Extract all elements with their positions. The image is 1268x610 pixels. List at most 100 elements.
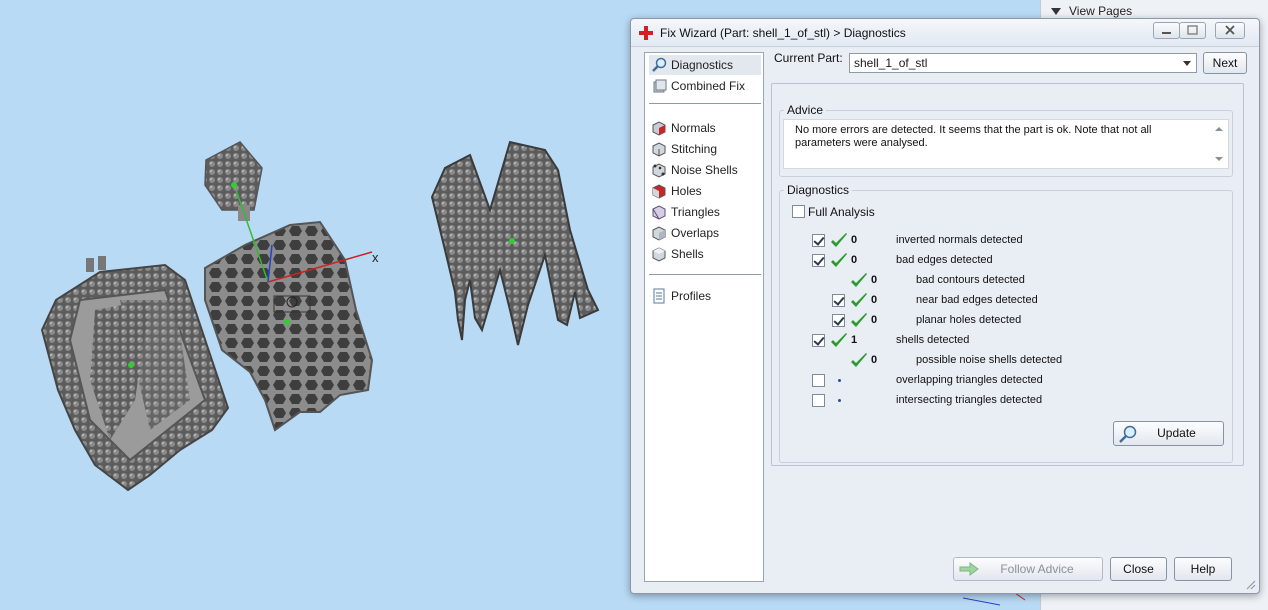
diagnostic-count: 0 (851, 254, 858, 266)
nav-divider (649, 274, 761, 275)
holes-cube-icon (652, 184, 666, 199)
nav-item-label: Combined Fix (671, 79, 746, 93)
nav-item-triangles[interactable]: Triangles (649, 202, 761, 222)
nav-item-normals[interactable]: Normals (649, 118, 761, 138)
nav-item-profiles[interactable]: Profiles (649, 286, 761, 306)
fix-wizard-dialog: Fix Wizard (Part: shell_1_of_stl) > Diag… (630, 18, 1260, 594)
left-pendant-model (40, 256, 230, 492)
orientation-cube-icon[interactable] (962, 592, 1026, 606)
stitching-cube-icon (652, 142, 666, 157)
green-check-icon (831, 253, 847, 267)
help-button[interactable]: Help (1174, 557, 1232, 581)
green-check-icon (851, 353, 867, 367)
green-check-icon (851, 273, 867, 287)
diagnostic-checkbox[interactable] (812, 374, 825, 387)
diagnostic-count: 0 (871, 314, 878, 326)
nav-item-label: Diagnostics (671, 58, 734, 72)
combined-fix-icon (653, 79, 667, 93)
diagnostic-label: bad contours detected (916, 274, 1025, 286)
diagnostics-legend: Diagnostics (787, 183, 850, 197)
close-icon (1225, 25, 1235, 35)
diagnostic-checkbox[interactable] (832, 294, 845, 307)
close-button[interactable]: Close (1110, 557, 1167, 581)
nav-item-noise-shells[interactable]: Noise Shells (649, 160, 761, 180)
chevron-down-icon (1183, 61, 1191, 66)
nav-item-holes[interactable]: Holes (649, 181, 761, 201)
diagnostic-label: planar holes detected (916, 314, 1022, 326)
advice-legend: Advice (787, 103, 824, 117)
magnifier-icon (652, 57, 667, 72)
pending-dot-icon (838, 379, 841, 382)
green-check-icon (831, 333, 847, 347)
green-check-shape (851, 313, 867, 327)
nav-item-label: Triangles (671, 205, 720, 219)
diagnostic-count: 0 (851, 234, 858, 246)
update-button[interactable]: Update (1113, 421, 1224, 446)
diagnostic-label: shells detected (896, 334, 970, 346)
resize-grip-icon[interactable] (1244, 578, 1256, 590)
nav-item-stitching[interactable]: Stitching (649, 139, 761, 159)
nav-item-label: Normals (671, 121, 716, 135)
green-check-icon (851, 293, 867, 307)
diagnostic-count: 0 (871, 354, 878, 366)
minimize-button[interactable] (1153, 22, 1180, 39)
scroll-down-icon[interactable] (1215, 157, 1223, 161)
full-analysis-checkbox[interactable] (792, 205, 805, 218)
nav-item-overlaps[interactable]: Overlaps (649, 223, 761, 243)
advice-text: No more errors are detected. It seems th… (795, 124, 1152, 149)
nav-item-shells[interactable]: Shells (649, 244, 761, 264)
dialog-title: Fix Wizard (Part: shell_1_of_stl) > Diag… (660, 26, 906, 40)
red-cross-app-icon (639, 26, 653, 40)
next-button[interactable]: Next (1203, 52, 1247, 74)
normals-cube-icon (652, 121, 666, 136)
nav-item-label: Holes (671, 184, 702, 198)
diagnostic-count: 0 (871, 274, 878, 286)
advice-text-box[interactable]: No more errors are detected. It seems th… (783, 119, 1229, 169)
nav-divider (649, 103, 761, 104)
arrow-right-icon (959, 562, 979, 576)
magnifier-icon (1119, 425, 1137, 443)
close-window-button[interactable] (1215, 22, 1245, 39)
green-check-icon (831, 233, 847, 247)
triangles-cube-icon (652, 205, 666, 220)
full-analysis-label: Full Analysis (808, 205, 875, 219)
diagnostic-checkbox[interactable] (812, 334, 825, 347)
follow-advice-label: Follow Advice (1000, 562, 1074, 576)
diagnostic-label: possible noise shells detected (916, 354, 1063, 366)
nav-item-label: Stitching (671, 142, 718, 156)
collapse-triangle-icon[interactable] (1051, 8, 1061, 16)
diagnostic-label: near bad edges detected (916, 294, 1038, 306)
current-part-label: Current Part: (774, 51, 843, 65)
diagnostic-count: 0 (871, 294, 878, 306)
dialog-title-bar[interactable]: Fix Wizard (Part: shell_1_of_stl) > Diag… (631, 19, 1259, 47)
green-check-shape (851, 273, 867, 287)
follow-advice-button[interactable]: Follow Advice (953, 557, 1103, 581)
pending-dot-icon (838, 399, 841, 402)
green-check-shape (831, 253, 847, 267)
view-pages-header[interactable]: View Pages (1051, 4, 1132, 18)
advice-scrollbar[interactable] (1212, 122, 1226, 166)
diagnostic-label: overlapping triangles detected (896, 374, 1043, 386)
diagnostic-checkbox[interactable] (812, 234, 825, 247)
diagnostic-checkbox[interactable] (812, 254, 825, 267)
nav-item-label: Overlaps (671, 226, 720, 240)
profiles-document-icon (653, 288, 665, 304)
diagnostic-label: inverted normals detected (896, 234, 1023, 246)
overlaps-cube-icon (652, 226, 666, 241)
diagnostic-checkbox[interactable] (832, 314, 845, 327)
nav-item-diagnostics[interactable]: Diagnostics (649, 55, 761, 75)
scroll-up-icon[interactable] (1215, 127, 1223, 131)
maximize-button[interactable] (1179, 22, 1206, 39)
green-check-shape (851, 293, 867, 307)
nav-item-combined-fix[interactable]: Combined Fix (649, 76, 761, 96)
diagnostic-label: bad edges detected (896, 254, 993, 266)
noise-shells-icon (652, 163, 666, 178)
shells-cube-icon (652, 247, 666, 262)
update-label: Update (1157, 426, 1196, 440)
maximize-icon (1187, 25, 1198, 35)
x-axis-label: x (372, 250, 379, 265)
diagnostic-checkbox[interactable] (812, 394, 825, 407)
diagnostic-label: intersecting triangles detected (896, 394, 1043, 406)
current-part-select[interactable]: shell_1_of_stl (849, 53, 1197, 73)
nav-item-label: Profiles (671, 289, 712, 303)
